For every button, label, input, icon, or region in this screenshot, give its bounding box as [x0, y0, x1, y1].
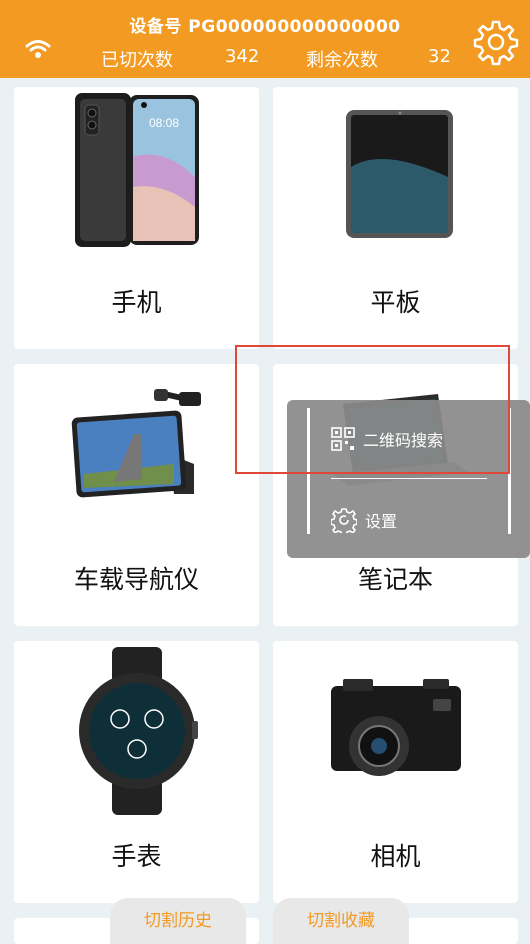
- cut-count-value: 342: [225, 46, 260, 67]
- camera-icon: [331, 679, 461, 776]
- popup-divider: [331, 478, 487, 479]
- category-card-watch[interactable]: 手表: [14, 641, 259, 903]
- settings-menu-item[interactable]: 设置: [331, 503, 397, 537]
- category-card-tablet[interactable]: 平板: [273, 87, 518, 349]
- settings-label: 设置: [365, 512, 398, 531]
- category-label: 车载导航仪: [73, 565, 199, 594]
- svg-text:08:08: 08:08: [149, 116, 179, 130]
- category-label: 相机: [370, 842, 421, 871]
- wifi-icon: [25, 40, 51, 58]
- cut-favorites-tab[interactable]: 切割收藏: [273, 898, 409, 944]
- remaining-count-label: 剩余次数: [306, 50, 378, 71]
- top-header: 设备号 PG000000000000000 已切次数 342 剩余次数 32: [0, 0, 530, 78]
- gear-icon[interactable]: [472, 18, 520, 66]
- category-label: 笔记本: [357, 565, 433, 594]
- category-label: 手机: [111, 288, 162, 317]
- phone-icon: 08:08: [75, 93, 199, 247]
- highlight-box: [235, 345, 510, 474]
- settings-icon: [331, 508, 357, 533]
- category-card-phone[interactable]: 08:08 手机: [14, 87, 259, 349]
- category-card-car-navigator[interactable]: 车载导航仪: [14, 364, 259, 626]
- device-id: 设备号 PG000000000000000: [129, 17, 401, 37]
- category-label: 平板: [370, 288, 421, 317]
- remaining-count-value: 32: [428, 46, 451, 67]
- cut-count-label: 已切次数: [101, 50, 173, 71]
- tablet-icon: [346, 110, 453, 238]
- category-card-camera[interactable]: 相机: [273, 641, 518, 903]
- car-navigator-icon: [71, 389, 201, 498]
- cut-history-tab[interactable]: 切割历史: [110, 898, 246, 944]
- watch-icon: [79, 647, 198, 815]
- category-label: 手表: [111, 842, 162, 871]
